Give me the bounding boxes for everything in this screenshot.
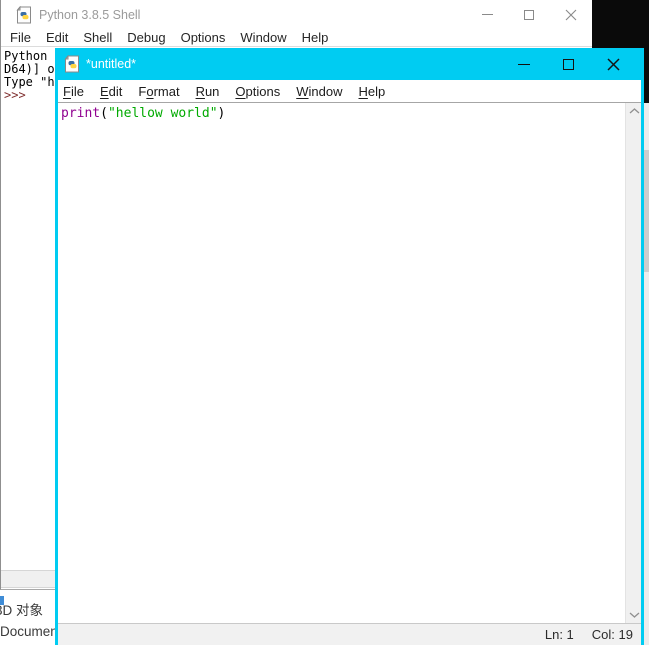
editor-window-title: *untitled* bbox=[86, 57, 137, 71]
shell-window-title: Python 3.8.5 Shell bbox=[39, 7, 141, 22]
menu-options[interactable]: Options bbox=[181, 30, 226, 45]
menu-debug[interactable]: Debug bbox=[127, 30, 165, 45]
chevron-up-icon bbox=[629, 108, 639, 114]
editor-statusbar: Ln: 1 Col: 19 bbox=[58, 623, 641, 645]
menu-run[interactable]: Run bbox=[196, 84, 220, 99]
maximize-icon bbox=[524, 9, 534, 20]
shell-window-controls bbox=[466, 0, 592, 29]
code-line: print("hellow world") bbox=[61, 106, 226, 121]
menu-options[interactable]: Options bbox=[235, 84, 280, 99]
editor-titlebar: *untitled* bbox=[58, 48, 641, 80]
python-file-icon bbox=[16, 5, 31, 23]
shell-titlebar: Python 3.8.5 Shell bbox=[1, 0, 592, 29]
menu-file[interactable]: File bbox=[63, 84, 84, 99]
vertical-scrollbar[interactable] bbox=[625, 103, 641, 623]
menu-shell[interactable]: Shell bbox=[83, 30, 112, 45]
minimize-button[interactable] bbox=[466, 0, 508, 29]
close-icon bbox=[565, 9, 577, 20]
menu-edit[interactable]: Edit bbox=[100, 84, 122, 99]
scroll-up-button[interactable] bbox=[628, 107, 640, 115]
editor-menubar: File Edit Format Run Options Window Help bbox=[58, 80, 641, 103]
status-line-number: Ln: 1 bbox=[544, 627, 574, 642]
menu-help[interactable]: Help bbox=[359, 84, 386, 99]
status-column-number: Col: 19 bbox=[591, 627, 633, 642]
explorer-scrollbar-thumb[interactable] bbox=[644, 150, 649, 272]
scroll-down-button[interactable] bbox=[628, 611, 640, 619]
shell-menubar: File Edit Shell Debug Options Window Hel… bbox=[1, 29, 592, 47]
editor-body: print("hellow world") bbox=[58, 103, 641, 623]
menu-edit[interactable]: Edit bbox=[46, 30, 68, 45]
maximize-button[interactable] bbox=[546, 48, 591, 80]
maximize-button[interactable] bbox=[508, 0, 550, 29]
minimize-icon bbox=[517, 63, 530, 65]
menu-window[interactable]: Window bbox=[240, 30, 286, 45]
close-button[interactable] bbox=[591, 48, 636, 80]
editor-window-controls bbox=[501, 48, 636, 80]
code-keyword: print bbox=[61, 106, 101, 121]
minimize-button[interactable] bbox=[501, 48, 546, 80]
minimize-icon bbox=[481, 14, 493, 15]
chevron-down-icon bbox=[629, 612, 639, 618]
python-file-icon bbox=[64, 55, 79, 73]
menu-file[interactable]: File bbox=[10, 30, 31, 45]
sidebar-item-3d-objects[interactable]: 3D 对象 bbox=[0, 599, 43, 619]
sidebar-item-documents[interactable]: Documen bbox=[0, 624, 58, 639]
shell-prompt: >>> bbox=[4, 88, 26, 102]
code-string: "hellow world" bbox=[107, 106, 218, 121]
idle-editor-window: *untitled* File Edit Format Run Options … bbox=[55, 48, 644, 645]
menu-format[interactable]: Format bbox=[138, 84, 179, 99]
close-button[interactable] bbox=[550, 0, 592, 29]
close-icon bbox=[607, 57, 620, 71]
menu-window[interactable]: Window bbox=[296, 84, 342, 99]
maximize-icon bbox=[563, 58, 574, 70]
code-text-area[interactable]: print("hellow world") bbox=[58, 103, 625, 623]
menu-help[interactable]: Help bbox=[302, 30, 329, 45]
